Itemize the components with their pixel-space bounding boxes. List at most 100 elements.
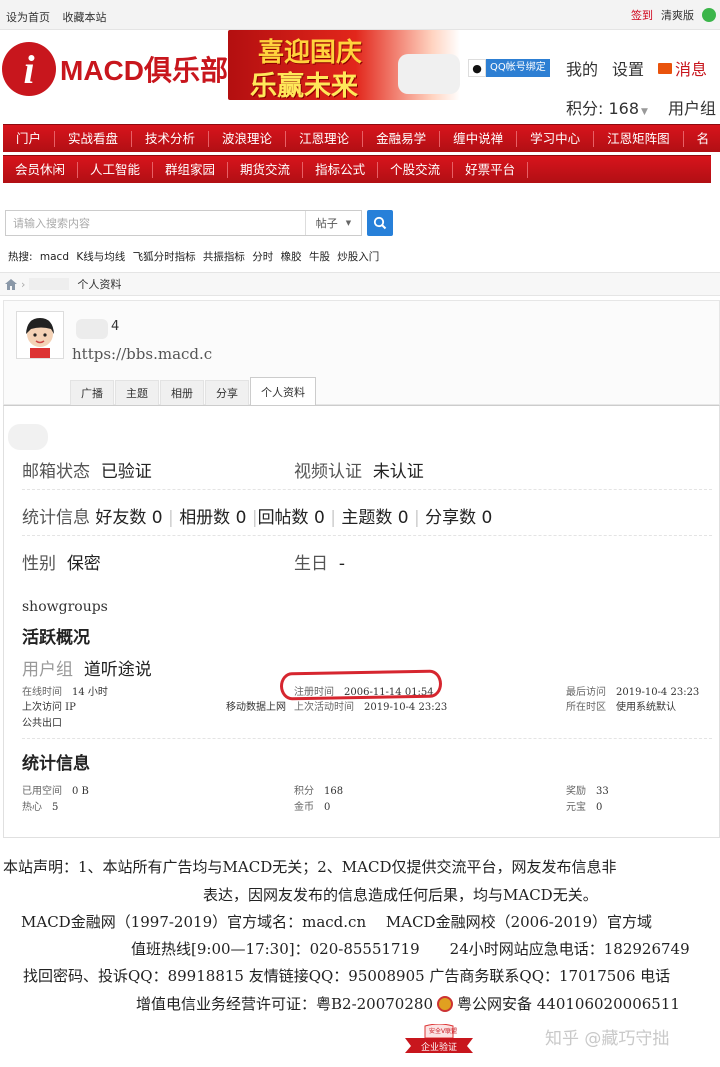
nav-item[interactable]: 群组家园 xyxy=(153,161,229,178)
hot-word[interactable]: 牛股 xyxy=(309,251,330,263)
avatar-image xyxy=(17,312,63,358)
last-visit: 最后访问 2019-10-4 23:23 xyxy=(566,683,699,698)
messages-label: 消息 xyxy=(675,60,708,79)
tab-profile[interactable]: 个人资料 xyxy=(250,377,316,406)
hot-word[interactable]: 分时 xyxy=(252,251,273,263)
albums-count[interactable]: 相册数 0 xyxy=(179,508,246,528)
topics-count[interactable]: 主题数 0 xyxy=(341,508,408,528)
messages-link[interactable]: 消息 xyxy=(658,56,707,80)
caret-down-icon: ▼ xyxy=(345,219,352,227)
badge-bottom-text: 企业验证 xyxy=(421,1043,458,1053)
usergroup-value[interactable]: 道听途说 xyxy=(84,660,152,680)
nav-item[interactable]: 名 xyxy=(684,131,720,147)
theme-link[interactable]: 清爽版 xyxy=(661,7,694,23)
signin-link[interactable]: 签到 xyxy=(631,7,653,23)
email-status-row: 邮箱状态 已验证 xyxy=(22,457,152,482)
shares-count[interactable]: 分享数 0 xyxy=(425,508,492,528)
nav-item[interactable]: 期货交流 xyxy=(228,161,304,178)
profile-url[interactable]: https://bbs.macd.c xyxy=(72,345,212,363)
usergroup-display[interactable]: 用户组 xyxy=(668,99,716,118)
tab-shares[interactable]: 分享 xyxy=(205,380,249,406)
hot-word[interactable]: 炒股入门 xyxy=(337,251,379,263)
nav-item[interactable]: 技术分析 xyxy=(132,130,210,147)
birthday-value: - xyxy=(338,554,345,574)
gold: 金币 0 xyxy=(294,798,330,813)
nav-item[interactable]: 波浪理论 xyxy=(209,130,287,147)
points-value: 168 xyxy=(324,786,344,797)
birthday-label: 生日 xyxy=(294,554,328,574)
online-time-label: 在线时间 xyxy=(22,687,62,698)
badge-top-text: 安全V联盟 xyxy=(429,1028,458,1035)
tab-albums[interactable]: 相册 xyxy=(160,380,204,406)
nav-item[interactable]: 好票平台 xyxy=(453,161,529,178)
friends-count[interactable]: 好友数 0 xyxy=(95,508,162,528)
footer-line1: 本站声明：1、本站所有广告均与MACD无关；2、MACD仅提供交流平台，网友发布… xyxy=(3,858,617,876)
treasure: 元宝 0 xyxy=(566,798,602,813)
avatar[interactable] xyxy=(16,311,64,359)
user-info: 积分: 168 ▼ 用户组 xyxy=(566,95,716,119)
gold-label: 金币 xyxy=(294,802,314,813)
nav-item[interactable]: 实战看盘 xyxy=(55,130,133,147)
set-homepage-link[interactable]: 设为首页 xyxy=(6,11,50,24)
footer-line2: 表达，因网友发布的信息造成任何后果，均与MACD无关。 xyxy=(203,886,598,904)
qq-bind-button[interactable]: ● QQ帐号绑定 xyxy=(468,59,550,77)
banner-line2: 乐赢未来 xyxy=(250,71,358,100)
icp-license[interactable]: 增值电信业务经营许可证：粤B2-20070280 xyxy=(136,993,433,1014)
hot-search-label: 热搜: xyxy=(8,251,33,263)
last-ip-label: 上次访问 IP xyxy=(22,702,76,713)
points-label: 积分 xyxy=(294,786,314,797)
search-type-select[interactable]: 帖子 ▼ xyxy=(305,211,361,235)
nav-item[interactable]: 学习中心 xyxy=(517,130,595,147)
nav-item[interactable]: 门户 xyxy=(3,130,56,147)
settings-link[interactable]: 设置 xyxy=(612,56,644,80)
wechat-icon[interactable] xyxy=(702,8,716,22)
points-display[interactable]: 积分: 168 xyxy=(566,99,639,118)
nav-item[interactable]: 缠中说禅 xyxy=(440,130,518,147)
showgroups-text: showgroups xyxy=(22,599,108,615)
replies-count[interactable]: 回帖数 0 xyxy=(258,508,325,528)
enterprise-verify-badge[interactable]: 安全V联盟 企业验证 xyxy=(403,1023,475,1054)
video-auth-value: 未认证 xyxy=(372,462,424,482)
online-time-value: 14 小时 xyxy=(72,687,108,698)
search-icon xyxy=(373,216,387,230)
hot-word[interactable]: macd xyxy=(40,251,69,263)
chevron-down-icon: ▼ xyxy=(641,107,648,117)
usergroup-row: 用户组 道听途说 xyxy=(22,655,152,680)
usergroup-label: 用户组 xyxy=(22,660,73,680)
police-record[interactable]: 粤公网安备 440106020006511 xyxy=(457,993,680,1014)
timezone-label: 所在时区 xyxy=(566,702,606,713)
search-button[interactable] xyxy=(367,210,393,236)
nav-item[interactable]: 会员休闲 xyxy=(3,161,79,178)
video-auth-row: 视频认证 未认证 xyxy=(294,457,424,482)
hot-word[interactable]: 橡胶 xyxy=(281,251,302,263)
tab-broadcast[interactable]: 广播 xyxy=(70,380,114,406)
search-input[interactable]: 请输入搜索内容 xyxy=(6,215,305,231)
top-bar: 设为首页 收藏本站 签到 清爽版 xyxy=(0,0,720,30)
hot-word[interactable]: 共振指标 xyxy=(203,251,245,263)
nav-item[interactable]: 江恩理论 xyxy=(286,130,364,147)
nav-item[interactable]: 个股交流 xyxy=(378,161,454,178)
nav-item[interactable]: 江恩矩阵图 xyxy=(594,130,684,147)
hot-word[interactable]: K线与均线 xyxy=(76,251,125,263)
last-visit-value: 2019-10-4 23:23 xyxy=(616,687,700,698)
treasure-label: 元宝 xyxy=(566,802,586,813)
site-logo[interactable]: i MACD俱乐部 xyxy=(2,36,228,102)
stats-label: 统计信息 xyxy=(22,508,90,528)
nav-item[interactable]: 人工智能 xyxy=(78,161,154,178)
bookmark-site-link[interactable]: 收藏本站 xyxy=(63,11,107,24)
divider xyxy=(22,489,712,490)
my-menu[interactable]: 我的 xyxy=(566,56,598,80)
birthday-row: 生日 - xyxy=(294,549,345,574)
home-icon[interactable] xyxy=(5,278,17,290)
online-time: 在线时间 14 小时 xyxy=(22,683,108,698)
tab-topics[interactable]: 主题 xyxy=(115,380,159,406)
last-visit-label: 最后访问 xyxy=(566,687,606,698)
nav-item[interactable]: 指标公式 xyxy=(303,161,379,178)
user-nav: 我的 设置 消息 xyxy=(566,56,707,80)
hot-word[interactable]: 飞狐分时指标 xyxy=(133,251,196,263)
profile-tabs: 广播 主题 相册 分享 个人资料 xyxy=(70,377,317,406)
profile-content: 邮箱状态 已验证 视频认证 未认证 统计信息 好友数 0 | 相册数 0 |回帖… xyxy=(3,405,720,838)
footer-line4: 值班热线[9:00—17:30]：020-85551719 24小时网站应急电话… xyxy=(131,940,690,958)
nav-item[interactable]: 金融易学 xyxy=(363,130,441,147)
blurred-crumb xyxy=(29,278,70,290)
